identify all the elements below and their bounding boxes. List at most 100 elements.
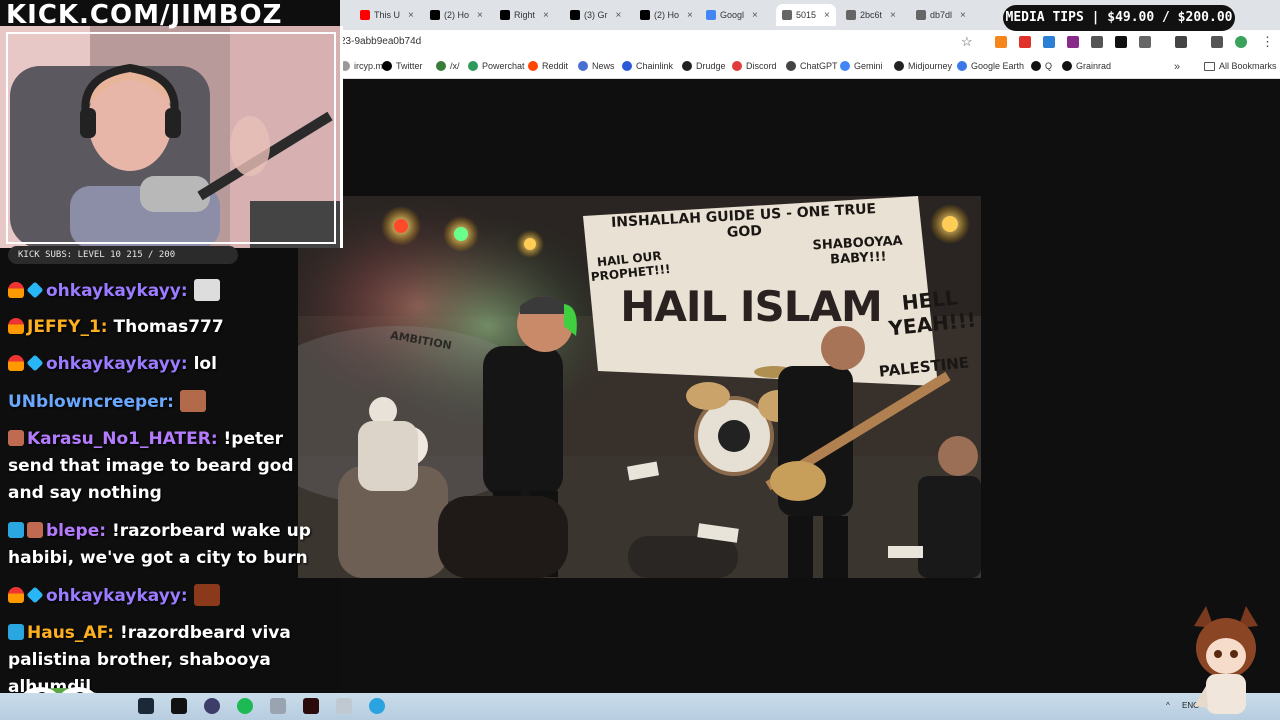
x-icon <box>640 10 650 20</box>
bookmark-item[interactable]: News <box>578 61 615 71</box>
bot-badge-icon <box>8 624 24 640</box>
s-extension-icon[interactable] <box>1091 36 1103 48</box>
browser-tab[interactable]: (3) Gr × <box>570 4 621 26</box>
bookmark-item[interactable]: Twitter <box>382 61 423 71</box>
folder-icon <box>1204 61 1215 71</box>
all-bookmarks-button[interactable]: All Bookmarks <box>1204 61 1277 71</box>
tab-close-icon[interactable]: × <box>752 10 758 21</box>
globe-icon <box>846 10 856 20</box>
browser-tab[interactable]: Googl × <box>706 4 758 26</box>
media-tips-goal: MEDIA TIPS | $49.00 / $200.00 <box>1003 5 1235 31</box>
bookmark-label: Q <box>1045 61 1053 71</box>
youtube-icon <box>360 10 370 20</box>
grid-extension-icon[interactable] <box>1067 36 1079 48</box>
tab-close-icon[interactable]: × <box>477 10 483 21</box>
x-extension-icon[interactable] <box>1115 36 1127 48</box>
chat-message: blepe: !razorbeard wake up habibi, we've… <box>8 518 328 572</box>
tab-close-icon[interactable]: × <box>960 10 966 21</box>
tab-close-icon[interactable]: × <box>408 10 414 21</box>
bookmark-item[interactable]: Drudge <box>682 61 726 71</box>
bookmark-item[interactable]: Powerchat <box>468 61 525 71</box>
tab-label: db7dl <box>930 10 953 20</box>
tab-label: Right <box>514 10 536 20</box>
tab-close-icon[interactable]: × <box>543 10 549 21</box>
steam-icon[interactable] <box>138 698 154 714</box>
telegram-icon[interactable] <box>369 698 385 714</box>
globe-icon <box>782 10 792 20</box>
powerchat-icon <box>468 61 478 71</box>
bookmark-item[interactable]: /x/ <box>436 61 460 71</box>
banner-right-text: SHABOOYAA BABY!!! <box>812 233 904 268</box>
chat-message: ohkaykaykayy: <box>8 583 348 610</box>
bookmark-label: Twitter <box>396 61 423 71</box>
browser-tab[interactable]: 5015 × <box>776 4 836 26</box>
tab-label: 2bc6t <box>860 10 883 20</box>
bookmark-label: ChatGPT <box>800 61 838 71</box>
menu-kebab-icon[interactable]: ⋮ <box>1261 34 1274 50</box>
media-extension-icon[interactable] <box>1175 36 1187 48</box>
bookmark-item[interactable]: Discord <box>732 61 777 71</box>
fire-badge-icon <box>8 318 24 334</box>
shield-extension-icon[interactable] <box>1019 36 1031 48</box>
bookmark-item[interactable]: Chainlink <box>622 61 673 71</box>
bookmark-item[interactable]: Grainrad <box>1062 61 1111 71</box>
bookmark-item[interactable]: Q <box>1031 61 1052 71</box>
chat-message: ohkaykaykayy: lol <box>8 351 348 378</box>
chatgpt-icon <box>786 61 796 71</box>
terminal-icon[interactable] <box>171 698 187 714</box>
bookmark-star-icon[interactable]: ☆ <box>961 34 973 50</box>
wave-extension-icon[interactable] <box>1043 36 1055 48</box>
tab-label: (3) Gr <box>584 10 608 20</box>
bookmark-item[interactable]: Reddit <box>528 61 568 71</box>
sidepanel-icon[interactable] <box>1211 36 1223 48</box>
fire-badge-icon <box>8 355 24 371</box>
tab-label: This U <box>374 10 401 20</box>
earth-icon <box>957 61 967 71</box>
banner-main-text: HAIL ISLAM <box>620 282 883 331</box>
pix-badge-icon <box>27 522 43 538</box>
bookmark-label: Chainlink <box>636 61 674 71</box>
app2-icon[interactable] <box>336 698 352 714</box>
chat-username: ohkaykaykayy: <box>46 586 188 606</box>
clap-emote <box>193 279 220 301</box>
x-icon <box>382 61 392 71</box>
bot-badge-icon <box>8 522 24 538</box>
browser-tab[interactable]: (2) Ho × <box>430 4 483 26</box>
face-emote <box>179 390 206 412</box>
tab-close-icon[interactable]: × <box>890 10 896 21</box>
obs-icon[interactable] <box>204 698 220 714</box>
app-icon[interactable] <box>270 698 286 714</box>
bookmarks-bar: » All Bookmarks ircyp.me Twitter/x/Powerc… <box>340 56 1280 79</box>
bookmark-item[interactable]: Gemini <box>840 61 883 71</box>
browser-tab[interactable]: Right × <box>500 4 549 26</box>
profile-avatar-icon[interactable] <box>1235 36 1247 48</box>
browser-tab[interactable]: 2bc6t × <box>846 4 896 26</box>
browser-tab[interactable]: db7dl × <box>916 4 966 26</box>
banner-hell-text: HELL YEAH!!! <box>887 285 978 341</box>
tab-close-icon[interactable]: × <box>687 10 693 21</box>
bookmark-item[interactable]: ChatGPT <box>786 61 838 71</box>
tray-chevron-icon[interactable]: ^ <box>1166 701 1170 710</box>
tab-close-icon[interactable]: × <box>616 10 622 21</box>
drudge-icon <box>682 61 692 71</box>
metamask-extension-icon[interactable] <box>995 36 1007 48</box>
puzzle-extension-icon[interactable] <box>1139 36 1151 48</box>
bookmarks-overflow-chevron-icon[interactable]: » <box>1174 61 1180 73</box>
x-icon <box>570 10 580 20</box>
bookmark-item[interactable]: Midjourney <box>894 61 952 71</box>
browser-tab[interactable]: (2) Ho × <box>640 4 693 26</box>
tab-close-icon[interactable]: × <box>824 10 830 21</box>
bookmark-item[interactable]: ircyp.me <box>340 61 388 71</box>
cube-badge-icon <box>26 354 44 372</box>
news-icon <box>578 61 588 71</box>
adobe-icon[interactable] <box>303 698 319 714</box>
browser-tab[interactable]: This U × <box>360 4 414 26</box>
spotify-icon[interactable] <box>237 698 253 714</box>
chat-username: UNblowncreeper: <box>8 392 174 412</box>
chat-message: Karasu_No1_HATER: !peter send that image… <box>8 426 328 507</box>
chat-username: JEFFY_1: <box>27 317 108 337</box>
chat-username: ohkaykaykayy: <box>46 354 188 374</box>
kick-url-logo: KICK.COM/JIMBOZ <box>6 0 283 30</box>
bookmark-item[interactable]: Google Earth <box>957 61 1024 71</box>
url-text[interactable]: 23-9abb9ea0b74d <box>340 36 421 47</box>
